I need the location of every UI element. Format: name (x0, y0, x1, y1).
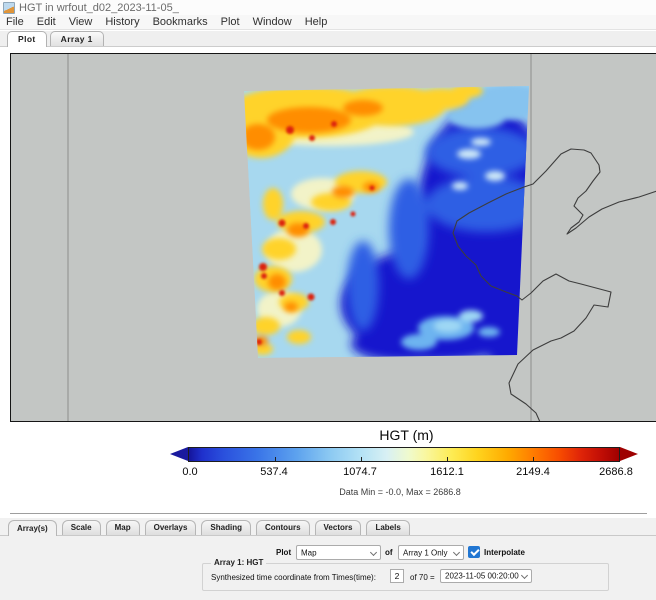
tab-shading[interactable]: Shading (201, 520, 251, 535)
tab-overlays[interactable]: Overlays (145, 520, 197, 535)
map-plot-panel (10, 53, 656, 422)
tick-label: 2149.4 (516, 466, 550, 478)
window-image-icon (3, 2, 15, 14)
colorbar-title: HGT (m) (170, 427, 643, 443)
plot-type-dropdown[interactable]: Map (296, 545, 381, 560)
menu-history[interactable]: History (105, 16, 139, 28)
tab-map[interactable]: Map (106, 520, 140, 535)
colorbar-overflow-arrow-icon (620, 447, 638, 461)
time-coordinate-label: Synthesized time coordinate from Times(t… (211, 573, 376, 582)
tab-contours[interactable]: Contours (256, 520, 310, 535)
chevron-down-icon (521, 572, 528, 579)
title-bar: HGT in wrfout_d02_2023-11-05_ (0, 0, 656, 15)
data-min-max-stats: Data Min = -0.0, Max = 2686.8 (170, 487, 630, 497)
colorbar-gradient (188, 447, 620, 462)
colorbar (170, 447, 643, 462)
of-label: of (385, 548, 393, 557)
check-icon (470, 546, 479, 555)
chevron-down-icon (453, 548, 460, 555)
menu-view[interactable]: View (69, 16, 93, 28)
tick-label: 2686.8 (599, 466, 633, 478)
controls-tab-strip: Array(s) Scale Map Overlays Shading Cont… (0, 520, 656, 536)
tab-arrays[interactable]: Array(s) (8, 520, 57, 536)
menu-window[interactable]: Window (253, 16, 292, 28)
chevron-down-icon (370, 548, 377, 555)
tab-labels[interactable]: Labels (366, 520, 409, 535)
of-total-label: of 70 = (410, 573, 435, 582)
terrain-raster (226, 84, 556, 379)
colorbar-tick-labels: 0.0 537.4 1074.7 1612.1 2149.4 2686.8 (170, 466, 643, 479)
tick-label: 1612.1 (430, 466, 464, 478)
tab-array-1[interactable]: Array 1 (50, 31, 104, 46)
menu-plot[interactable]: Plot (221, 16, 240, 28)
controls-panel: Array(s) Scale Map Overlays Shading Cont… (0, 518, 656, 600)
window-title: HGT in wrfout_d02_2023-11-05_ (19, 2, 179, 14)
map-plot (11, 54, 656, 421)
array-1-groupbox: Array 1: HGT Synthesized time coordinate… (202, 563, 609, 591)
interpolate-checkbox[interactable] (468, 546, 480, 558)
time-value-dropdown[interactable]: 2023-11-05 00:20:00 (440, 569, 532, 583)
tab-scale[interactable]: Scale (62, 520, 101, 535)
menu-edit[interactable]: Edit (37, 16, 56, 28)
menu-help[interactable]: Help (305, 16, 328, 28)
time-index-field[interactable]: 2 (390, 569, 404, 583)
colorbar-underflow-arrow-icon (170, 447, 188, 461)
interpolate-label: Interpolate (484, 548, 525, 557)
tick-label: 537.4 (260, 466, 288, 478)
tab-vectors[interactable]: Vectors (315, 520, 362, 535)
menu-bar: File Edit View History Bookmarks Plot Wi… (0, 15, 656, 30)
panoply-plot-window: HGT in wrfout_d02_2023-11-05_ File Edit … (0, 0, 656, 600)
main-tab-strip: Plot Array 1 (0, 31, 656, 47)
horizontal-divider (10, 513, 647, 515)
tab-plot[interactable]: Plot (7, 31, 47, 47)
menu-file[interactable]: File (6, 16, 24, 28)
tick-label: 1074.7 (343, 466, 377, 478)
tick-label: 0.0 (182, 466, 197, 478)
array-1-legend: Array 1: HGT (211, 558, 266, 567)
plot-label: Plot (276, 548, 291, 557)
array-scope-dropdown[interactable]: Array 1 Only (398, 545, 464, 560)
menu-bookmarks[interactable]: Bookmarks (153, 16, 208, 28)
